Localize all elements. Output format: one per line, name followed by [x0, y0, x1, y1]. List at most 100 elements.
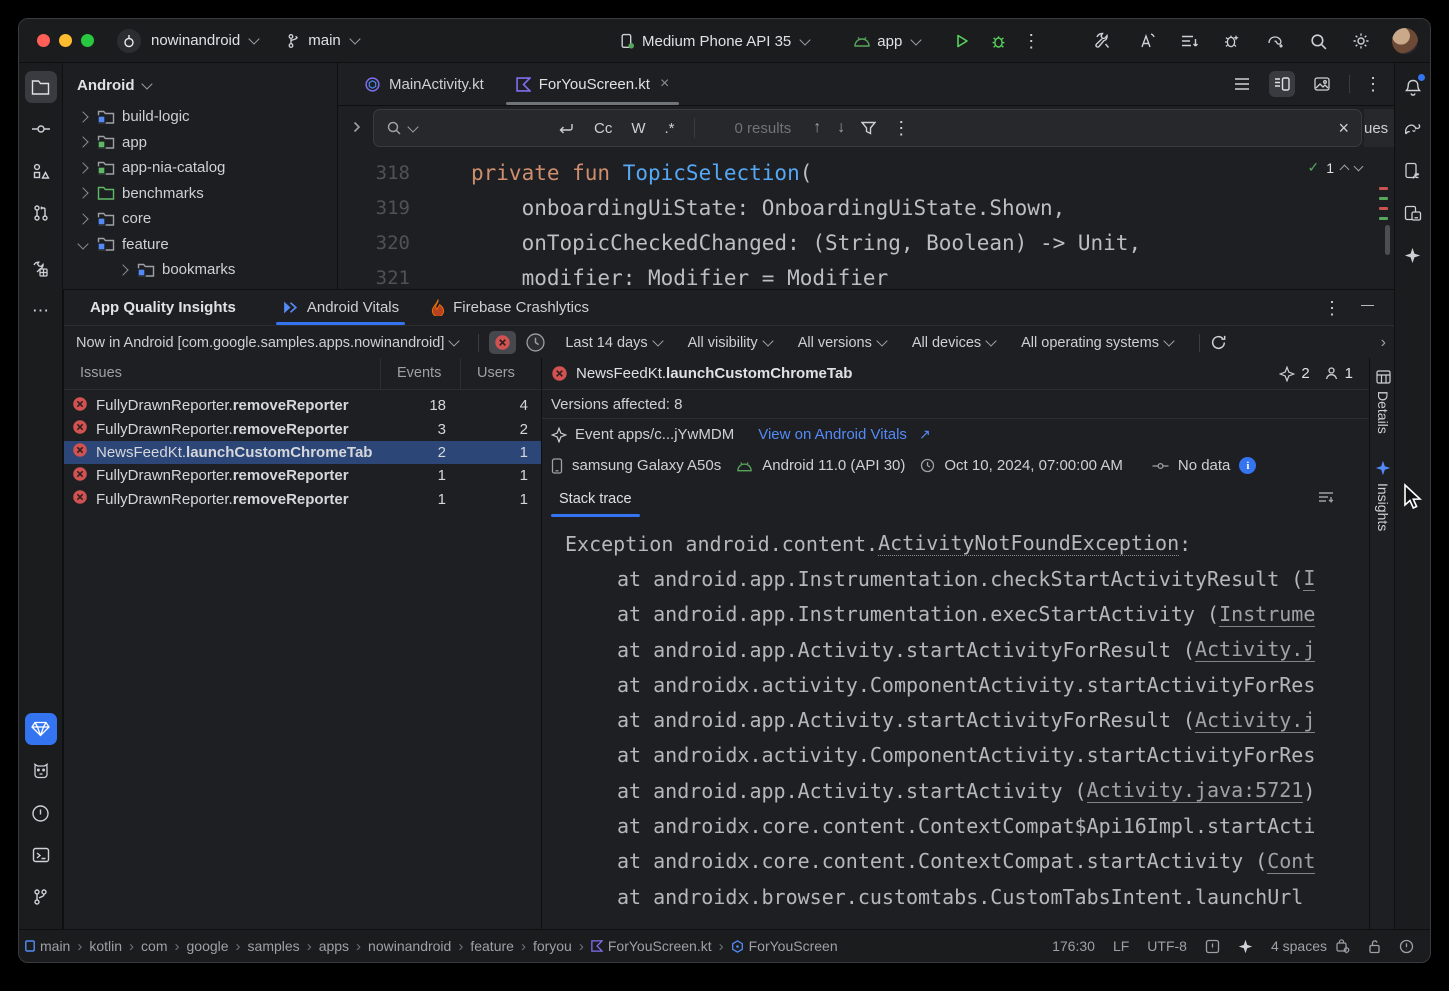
device-selector[interactable]: Medium Phone API 35 — [619, 33, 811, 50]
build-variants-icon[interactable] — [1177, 29, 1201, 53]
previous-problem-icon[interactable] — [1340, 165, 1350, 175]
breadcrumb-item[interactable]: apps — [319, 938, 349, 954]
version-control-tool-button[interactable] — [25, 881, 57, 913]
editor-scrollbar[interactable] — [1385, 225, 1390, 255]
tree-item-app[interactable]: app — [63, 130, 337, 156]
editor-notification-icon[interactable] — [1205, 939, 1220, 954]
soft-wrap-icon[interactable] — [1317, 490, 1369, 509]
search-more-options-icon[interactable]: ⋮ — [892, 119, 910, 137]
build-tool-button[interactable] — [25, 253, 57, 285]
app-id-selector[interactable]: Now in Android [com.google.samples.apps.… — [76, 335, 460, 351]
breadcrumb-item[interactable]: feature — [470, 938, 514, 954]
breadcrumb-item[interactable]: foryou — [533, 938, 572, 954]
file-encoding[interactable]: UTF-8 — [1147, 938, 1187, 954]
run-more-actions-button[interactable]: ⋮ — [1022, 32, 1040, 50]
breadcrumb-item[interactable]: nowinandroid — [368, 938, 451, 954]
tree-item-app-nia-catalog[interactable]: app-nia-catalog — [63, 155, 337, 181]
filter-all-devices[interactable]: All devices — [912, 335, 997, 351]
tree-item-benchmarks[interactable]: benchmarks — [63, 181, 337, 207]
tab-mainactivity[interactable]: MainActivity.kt — [348, 63, 500, 105]
stack-frame-link[interactable]: Activity.java:5721 — [1087, 778, 1304, 803]
tab-stack-trace[interactable]: Stack trace — [551, 481, 640, 517]
pull-requests-tool-button[interactable] — [25, 197, 57, 229]
preview-image-icon[interactable] — [1309, 71, 1335, 97]
issue-row[interactable]: NewsFeedKt.launchCustomChromeTab21 — [64, 441, 541, 464]
more-tool-windows-button[interactable]: ⋯ — [25, 295, 57, 327]
stack-trace[interactable]: Exception android.content.ActivityNotFou… — [542, 517, 1369, 914]
newline-icon[interactable] — [557, 121, 575, 135]
chevron-right-icon[interactable] — [117, 264, 128, 275]
info-icon[interactable]: i — [1239, 457, 1256, 474]
tree-item-bookmarks[interactable]: bookmarks — [63, 257, 337, 283]
search-everywhere-icon[interactable] — [1306, 29, 1330, 53]
stack-frame-link[interactable]: Instrume — [1219, 602, 1315, 627]
indent-setting[interactable]: 4 spaces — [1271, 938, 1327, 954]
search-input[interactable]: Cc W .* 0 results ↑ ↓ ⋮ × — [373, 109, 1362, 147]
fatal-issues-filter-button[interactable] — [489, 331, 516, 354]
breadcrumb-item[interactable]: main — [25, 938, 70, 954]
tab-android-vitals[interactable]: Android Vitals — [266, 290, 415, 325]
stack-frame-link[interactable]: Cont — [1267, 849, 1315, 874]
structure-tool-button[interactable] — [25, 155, 57, 187]
expand-search-icon[interactable] — [352, 120, 361, 138]
chevron-right-icon[interactable] — [77, 137, 88, 148]
close-search-icon[interactable]: × — [1338, 118, 1349, 139]
writable-lock-icon[interactable] — [1368, 939, 1381, 954]
gradle-button[interactable] — [1397, 113, 1429, 145]
hide-panel-icon[interactable]: — — [1361, 297, 1374, 312]
breadcrumb-item[interactable]: ForYouScreen — [731, 938, 838, 954]
match-case-toggle[interactable]: Cc — [594, 120, 612, 137]
chevron-down-icon[interactable] — [77, 239, 88, 250]
editor-options-icon[interactable]: ⋮ — [1364, 75, 1382, 93]
refresh-icon[interactable] — [1210, 334, 1227, 351]
stack-frame-link[interactable]: I — [1303, 566, 1315, 591]
ai-actions-icon[interactable] — [1134, 29, 1158, 53]
project-tool-button[interactable] — [25, 71, 57, 103]
issue-row[interactable]: FullyDrawnReporter.removeReporter184 — [64, 394, 541, 417]
column-users[interactable]: Users — [460, 358, 542, 389]
tree-item-core[interactable]: core — [63, 206, 337, 232]
project-view-selector[interactable]: Android — [63, 63, 337, 104]
running-devices-button[interactable] — [1397, 197, 1429, 229]
filter-all-versions[interactable]: All versions — [798, 335, 888, 351]
settings-icon[interactable] — [1349, 29, 1373, 53]
issue-row[interactable]: FullyDrawnReporter.removeReporter32 — [64, 417, 541, 440]
tab-insights[interactable]: Insights — [1375, 460, 1391, 531]
view-on-android-vitals-link[interactable]: View on Android Vitals — [758, 426, 907, 443]
avatar[interactable] — [1392, 28, 1418, 54]
split-editor-icon[interactable] — [1269, 71, 1295, 97]
breadcrumb-item[interactable]: ForYouScreen.kt — [591, 938, 712, 954]
vcs-branch-selector[interactable]: main — [286, 32, 361, 49]
run-configuration-selector[interactable]: app — [853, 33, 922, 50]
tab-details[interactable]: Details — [1375, 370, 1391, 434]
issue-row[interactable]: FullyDrawnReporter.removeReporter11 — [64, 464, 541, 487]
debug-button[interactable] — [986, 29, 1010, 53]
notifications-button[interactable] — [1397, 71, 1429, 103]
previous-occurrence-icon[interactable]: ↑ — [813, 119, 821, 137]
status-problems-icon[interactable] — [1399, 939, 1414, 954]
gemini-sparkle-button[interactable] — [1397, 239, 1429, 271]
tree-item-feature[interactable]: feature — [63, 232, 337, 258]
regex-toggle[interactable]: .* — [665, 120, 675, 137]
code-editor[interactable]: 318private fun TopicSelection(319 onboar… — [338, 151, 1396, 289]
tab-foryouscreen[interactable]: ForYouScreen.kt × — [500, 63, 686, 105]
breadcrumb-item[interactable]: samples — [248, 938, 300, 954]
code-style-gear-icon[interactable] — [1335, 938, 1350, 954]
ai-sparkle-icon[interactable] — [1238, 939, 1253, 954]
next-occurrence-icon[interactable]: ↓ — [837, 119, 845, 137]
issue-row[interactable]: FullyDrawnReporter.removeReporter11 — [64, 488, 541, 511]
chevron-right-icon[interactable] — [77, 111, 88, 122]
close-tab-icon[interactable]: × — [660, 75, 669, 93]
panel-options-icon[interactable]: ⋮ — [1323, 299, 1341, 317]
profiler-icon[interactable] — [1220, 29, 1244, 53]
filter-all-operating-systems[interactable]: All operating systems — [1021, 335, 1175, 351]
tree-item-build-logic[interactable]: build-logic — [63, 104, 337, 130]
window-close-button[interactable] — [37, 34, 50, 47]
editor-list-icon[interactable] — [1229, 71, 1255, 97]
next-problem-icon[interactable] — [1354, 161, 1364, 171]
device-manager-button[interactable] — [1397, 155, 1429, 187]
app-quality-insights-tool-button[interactable] — [25, 713, 57, 745]
words-toggle[interactable]: W — [631, 120, 645, 137]
breadcrumb-item[interactable]: kotlin — [89, 938, 122, 954]
stack-frame-link[interactable]: Activity.j — [1195, 708, 1315, 733]
